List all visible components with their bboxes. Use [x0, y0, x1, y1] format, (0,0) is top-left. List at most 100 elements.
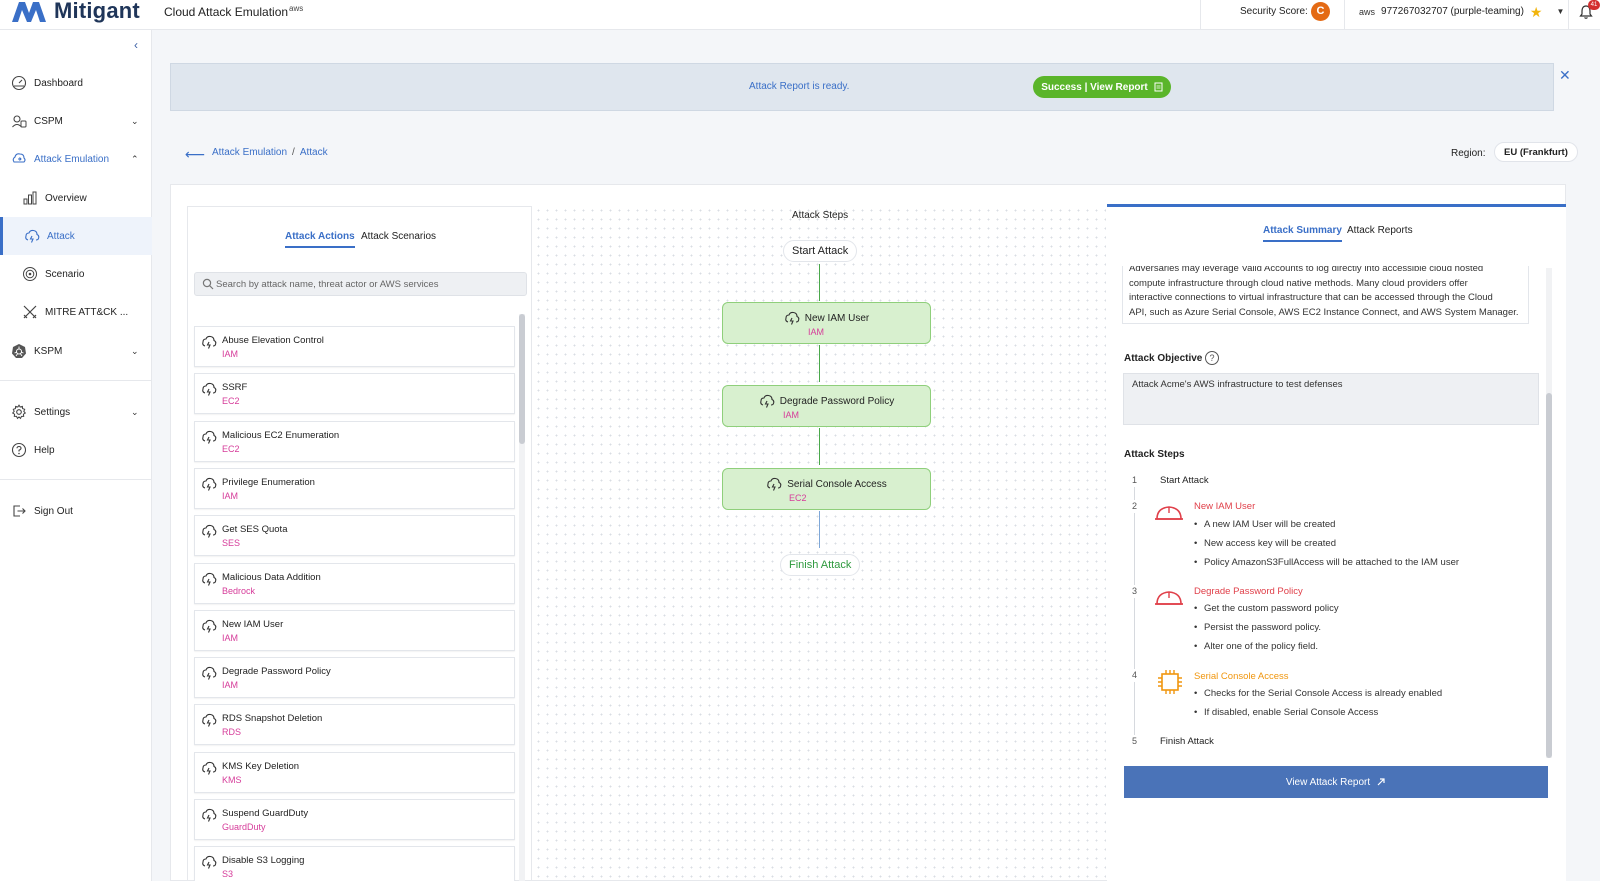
scrollbar[interactable]	[1546, 268, 1552, 758]
sidebar-item-scenario[interactable]: Scenario	[0, 255, 152, 293]
attack-action-item[interactable]: RDS Snapshot Deletion RDS	[194, 704, 515, 746]
tab-attack-summary[interactable]: Attack Summary	[1263, 225, 1342, 242]
attack-action-service: IAM	[222, 349, 239, 359]
sidebar-item-settings[interactable]: Settings ⌄	[0, 393, 152, 431]
attack-action-service: EC2	[222, 443, 240, 454]
cloud-attack-icon	[202, 572, 217, 586]
step-node-name: Serial Console Access	[787, 478, 887, 490]
attack-objective-field[interactable]: Attack Acme's AWS infrastructure to test…	[1123, 373, 1539, 425]
attack-action-item[interactable]: Suspend GuardDuty GuardDuty	[194, 799, 515, 840]
finish-attack-node[interactable]: Finish Attack	[780, 554, 861, 576]
aws-label: aws	[289, 4, 304, 13]
dashboard-icon	[11, 75, 27, 91]
attack-action-service: GuardDuty	[222, 822, 266, 832]
attack-action-service: Bedrock	[222, 585, 256, 596]
sidebar-item-label: CSPM	[34, 115, 63, 127]
divider	[1200, 0, 1201, 30]
attack-emulation-icon	[12, 153, 26, 163]
attack-action-name: Degrade Password Policy	[222, 666, 331, 678]
step-title: Start Attack	[1160, 475, 1209, 486]
divider	[0, 380, 152, 381]
security-score-badge[interactable]: C	[1311, 2, 1330, 21]
divider	[1344, 0, 1345, 30]
account-aws-label: aws	[1359, 6, 1376, 17]
logo[interactable]: Mitigant	[10, 0, 140, 24]
attack-action-name: Disable S3 Logging	[222, 855, 305, 867]
attack-action-item[interactable]: Get SES Quota SES	[194, 515, 515, 557]
step-node[interactable]: Serial Console Access EC2	[722, 468, 931, 510]
connector-line	[819, 428, 820, 465]
step-node[interactable]: New IAM User IAM	[722, 302, 931, 344]
description-line: compute infrastructure through cloud nat…	[1129, 277, 1468, 289]
sidebar-item-sign-out[interactable]: Sign Out	[0, 492, 152, 530]
collapse-sidebar-icon[interactable]: ‹	[134, 38, 138, 52]
tab-attack-scenarios[interactable]: Attack Scenarios	[361, 231, 436, 242]
scrollbar-thumb[interactable]	[519, 314, 525, 444]
step-number: 4	[1128, 669, 1141, 682]
search-icon	[202, 278, 214, 290]
attack-action-item[interactable]: Disable S3 Logging S3	[194, 846, 515, 881]
chevron-down-icon[interactable]: ▼	[1556, 7, 1564, 16]
sidebar-item-attack[interactable]: Attack	[0, 217, 152, 255]
sidebar-item-help[interactable]: Help	[0, 431, 152, 469]
sidebar-item-mitre[interactable]: MITRE ATT&CK ...	[0, 293, 152, 331]
attack-action-item[interactable]: New IAM User IAM	[194, 609, 515, 651]
sidebar-item-attack-emulation[interactable]: Attack Emulation ⌃	[0, 140, 152, 178]
chevron-up-icon: ⌃	[131, 153, 139, 164]
step-node-service: EC2	[789, 493, 807, 503]
cloud-attack-icon	[202, 666, 217, 680]
region-selector[interactable]: EU (Frankfurt)	[1494, 142, 1578, 162]
divider	[0, 479, 152, 480]
back-arrow-icon[interactable]: ⟵	[185, 146, 205, 163]
help-icon[interactable]: ?	[1205, 351, 1219, 365]
step-bullet: New access key will be created	[1194, 538, 1336, 549]
attack-action-item[interactable]: Malicious Data Addition Bedrock	[194, 562, 515, 604]
sidebar-item-cspm[interactable]: CSPM ⌄	[0, 102, 152, 140]
attack-action-item[interactable]: Abuse Elevation Control IAM	[194, 326, 515, 367]
scrollbar[interactable]	[519, 314, 525, 881]
close-icon[interactable]: ✕	[1559, 67, 1571, 84]
attack-steps-label: Attack Steps	[1124, 449, 1185, 460]
step-title: New IAM User	[1194, 501, 1256, 512]
report-ready-banner: Attack Report is ready. Success | View R…	[170, 63, 1554, 111]
sidebar-item-kspm[interactable]: KSPM ⌄	[0, 332, 152, 370]
attack-action-item[interactable]: Privilege Enumeration IAM	[194, 467, 515, 509]
chevron-down-icon: ⌄	[131, 406, 139, 417]
attack-action-service: KMS	[222, 774, 242, 785]
attack-action-name: Malicious Data Addition	[222, 571, 321, 583]
cspm-icon	[12, 115, 27, 128]
chevron-down-icon: ⌄	[131, 345, 139, 356]
breadcrumb-parent[interactable]: Attack Emulation	[212, 147, 287, 158]
attack-action-service: IAM	[222, 632, 239, 643]
sidebar-item-label: Settings	[34, 406, 71, 418]
step-title: Finish Attack	[1160, 736, 1214, 747]
attack-action-name: Malicious EC2 Enumeration	[222, 429, 340, 441]
tab-attack-actions[interactable]: Attack Actions	[285, 231, 355, 248]
attack-action-item[interactable]: Degrade Password Policy IAM	[194, 657, 515, 699]
sidebar-item-overview[interactable]: Overview	[0, 179, 152, 217]
tab-attack-reports[interactable]: Attack Reports	[1347, 225, 1413, 236]
attack-action-name: New IAM User	[222, 618, 284, 630]
account-selector[interactable]: aws 977267032707 (purple-teaming) ★ ▼	[1359, 5, 1564, 19]
cloud-attack-icon	[202, 619, 217, 633]
step-node-service: IAM	[808, 327, 825, 337]
step-bullet: Policy AmazonS3FullAccess will be attach…	[1194, 557, 1459, 568]
view-report-success-button[interactable]: Success | View Report	[1033, 76, 1171, 98]
help-icon	[11, 442, 27, 458]
sidebar-item-label: KSPM	[34, 345, 63, 357]
attack-action-item[interactable]: Malicious EC2 Enumeration EC2	[194, 420, 515, 462]
view-attack-report-button[interactable]: View Attack Report	[1124, 766, 1548, 798]
sidebar-item-dashboard[interactable]: Dashboard	[0, 64, 152, 102]
connector-line	[819, 511, 820, 548]
attack-action-item[interactable]: SSRF EC2	[194, 373, 515, 415]
step-node[interactable]: Degrade Password Policy IAM	[722, 385, 931, 427]
swords-icon	[23, 305, 37, 319]
sidebar-item-label: Scenario	[45, 268, 85, 280]
attack-action-name: RDS Snapshot Deletion	[222, 713, 323, 725]
scrollbar-thumb[interactable]	[1546, 393, 1552, 758]
attack-action-item[interactable]: KMS Key Deletion KMS	[194, 751, 515, 793]
star-icon[interactable]: ★	[1530, 5, 1543, 19]
start-attack-node[interactable]: Start Attack	[783, 240, 858, 262]
search-input[interactable]	[216, 276, 516, 292]
app-title: Cloud Attack Emulation	[164, 5, 289, 19]
